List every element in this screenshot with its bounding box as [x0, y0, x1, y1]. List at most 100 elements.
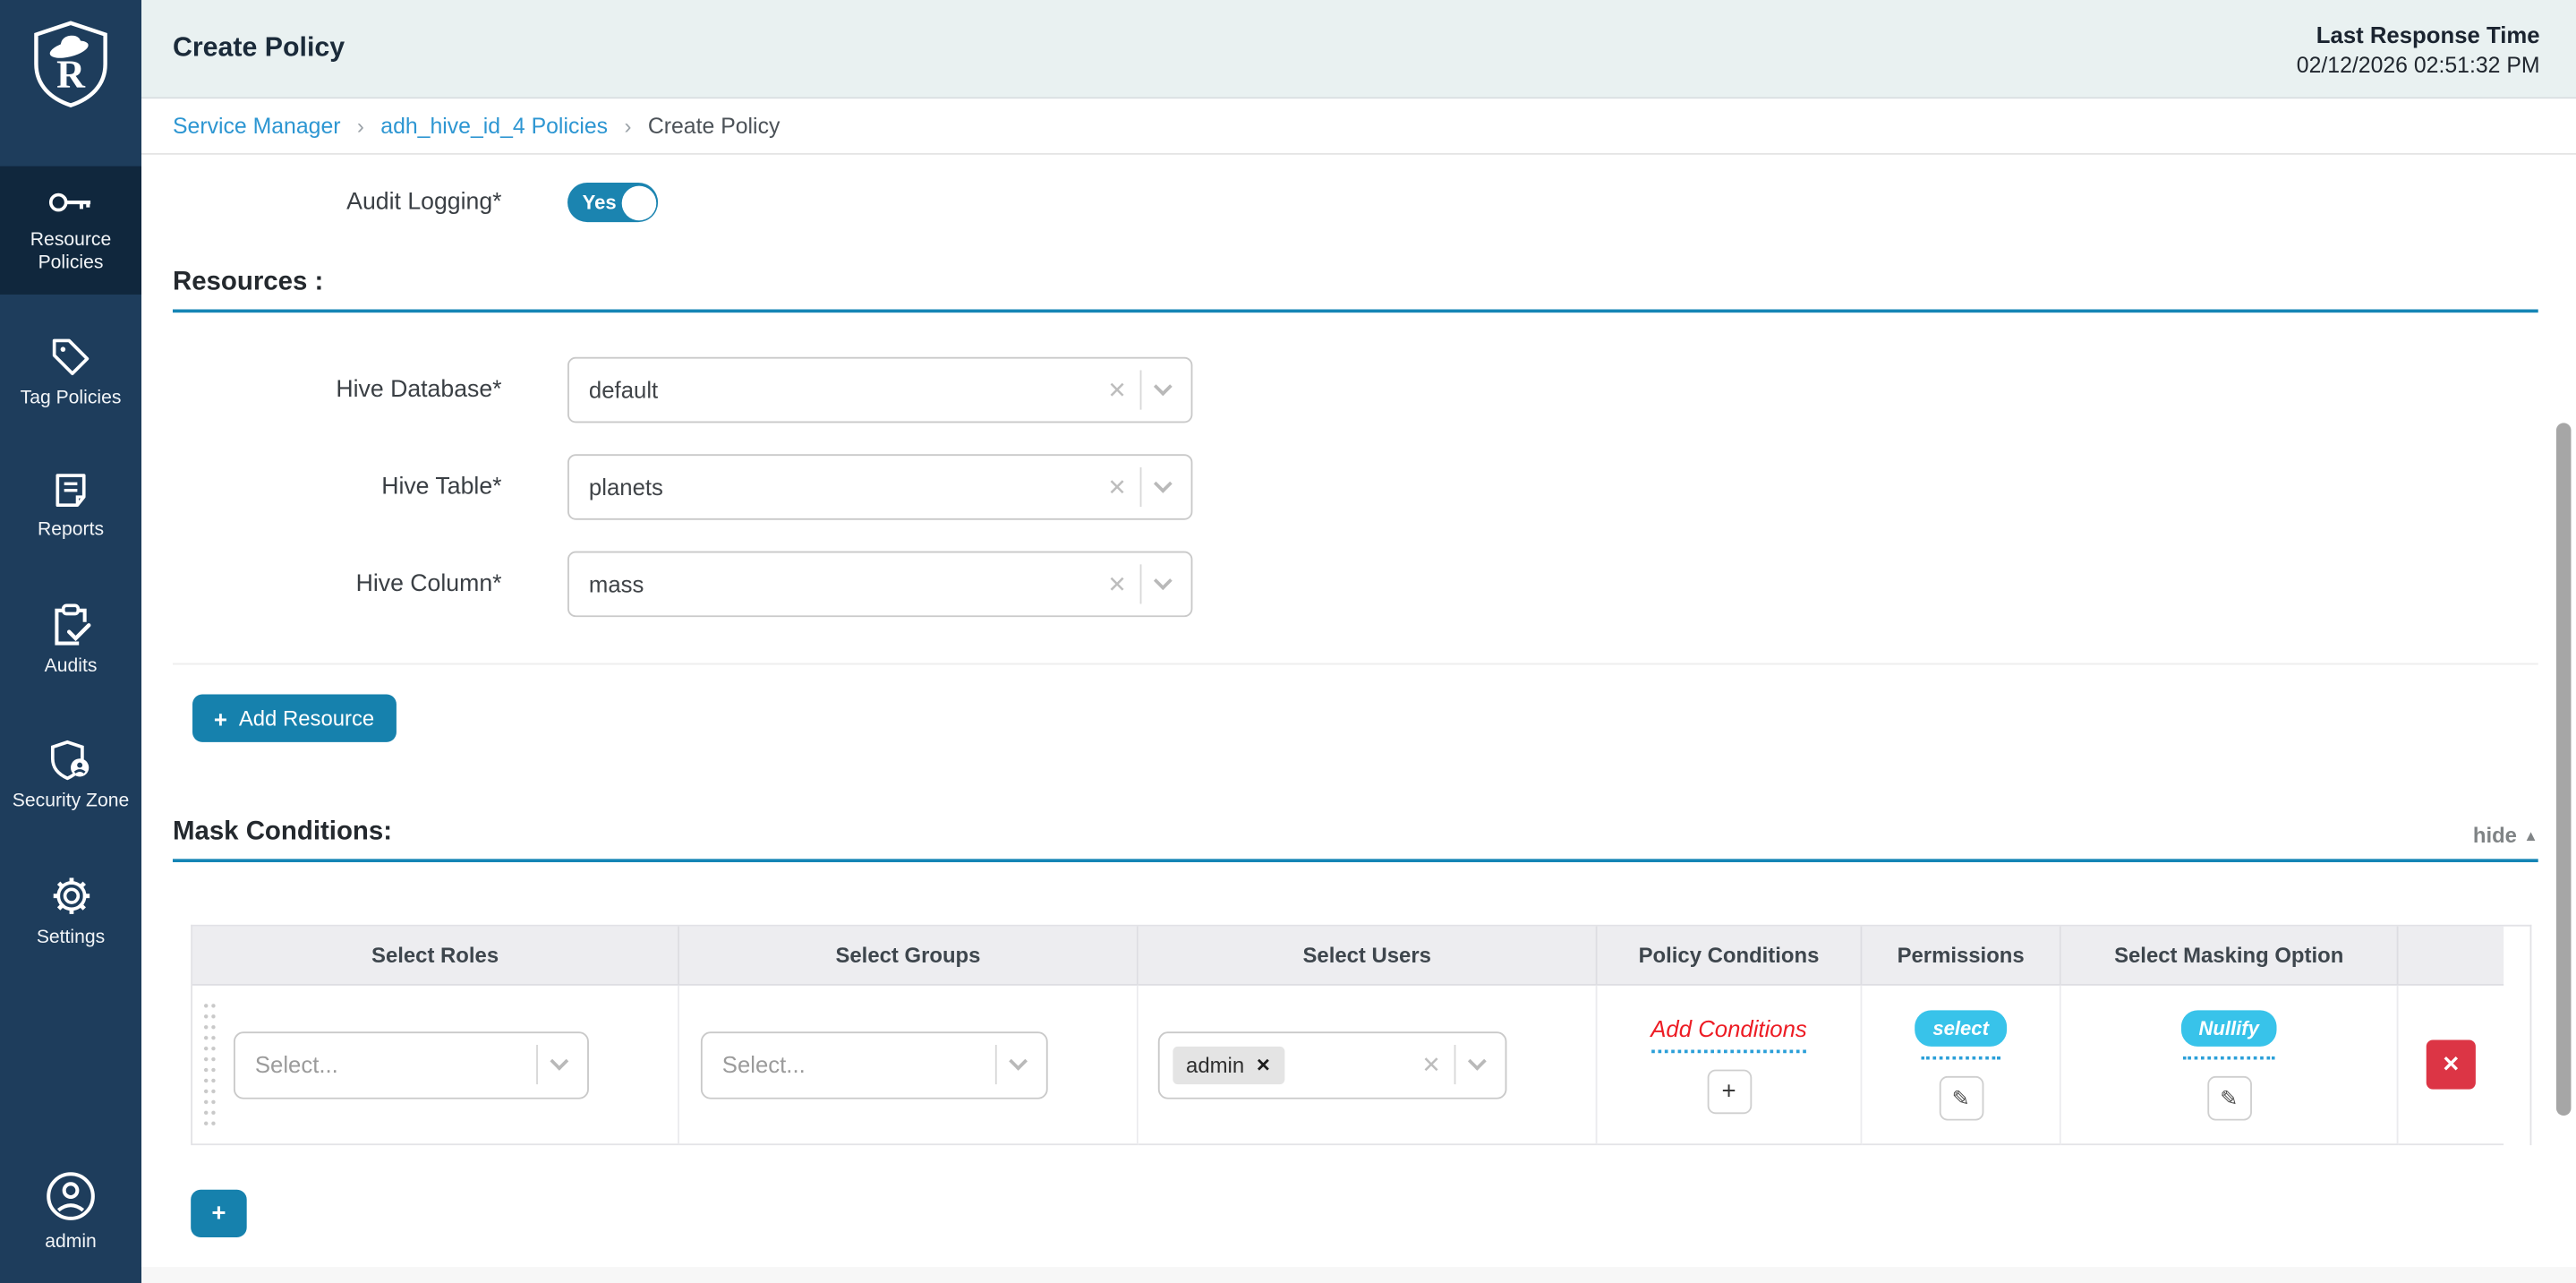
- users-select[interactable]: admin ✕ ✕: [1158, 1031, 1507, 1098]
- hive-database-value: default: [569, 377, 1095, 403]
- breadcrumb-link-service-manager[interactable]: Service Manager: [173, 114, 341, 139]
- key-icon: [46, 184, 95, 220]
- cell-policy-conditions: Add Conditions +: [1598, 986, 1863, 1145]
- clear-icon[interactable]: ✕: [1095, 570, 1140, 598]
- cell-select-groups: Select...: [679, 986, 1139, 1145]
- hive-database-row: Hive Database* default ✕: [173, 357, 2538, 423]
- edit-permissions-button[interactable]: ✎: [1939, 1075, 1983, 1120]
- mask-conditions-header: Mask Conditions: hide▲: [173, 817, 2538, 862]
- scrollbar-thumb[interactable]: [2556, 423, 2572, 1116]
- mask-conditions-table: Select Roles Select Groups Select Users …: [191, 925, 2531, 1145]
- masking-option-badge[interactable]: Nullify: [2180, 1009, 2277, 1045]
- report-icon: [51, 471, 90, 510]
- cell-select-users: admin ✕ ✕: [1139, 986, 1598, 1145]
- col-header-policy-conditions: Policy Conditions: [1598, 927, 1863, 986]
- clear-icon[interactable]: ✕: [1095, 473, 1140, 500]
- add-resource-button[interactable]: + Add Resource: [192, 695, 396, 742]
- col-header-permissions: Permissions: [1862, 927, 2060, 986]
- col-header-select-groups: Select Groups: [679, 927, 1139, 986]
- user-chip-label: admin: [1186, 1052, 1244, 1077]
- hive-database-label: Hive Database*: [173, 377, 567, 403]
- toggle-on-label: Yes: [583, 190, 617, 213]
- table-header-row: Select Roles Select Groups Select Users …: [192, 927, 2530, 986]
- roles-select[interactable]: Select...: [234, 1031, 589, 1098]
- sidebar-item-label: Reports: [6, 518, 134, 542]
- page-title: Create Policy: [173, 33, 345, 64]
- pencil-icon: ✎: [1952, 1087, 1970, 1108]
- close-icon: ✕: [2442, 1051, 2460, 1077]
- sidebar-item-security-zone[interactable]: Security Zone: [0, 721, 141, 833]
- footer-strip: [141, 1267, 2576, 1283]
- cell-select-roles: Select...: [192, 986, 679, 1145]
- dotted-underline: [2183, 1056, 2275, 1059]
- add-mask-condition-row-button[interactable]: +: [191, 1190, 246, 1237]
- col-header-select-roles: Select Roles: [192, 927, 679, 986]
- ranger-shield-icon: R: [28, 20, 114, 108]
- user-circle-icon: [45, 1170, 98, 1223]
- breadcrumb-separator: ›: [624, 114, 631, 139]
- breadcrumb-link-policies[interactable]: adh_hive_id_4 Policies: [380, 114, 608, 139]
- chevron-down-icon[interactable]: [1141, 483, 1190, 490]
- hive-column-label: Hive Column*: [173, 571, 567, 597]
- audit-logging-row: Audit Logging* Yes: [173, 176, 2538, 229]
- sidebar: R Resource Policies Tag Policies: [0, 0, 141, 1283]
- sidebar-user-menu[interactable]: admin: [0, 1157, 141, 1267]
- user-chip: admin ✕: [1173, 1046, 1284, 1083]
- gear-icon: [48, 874, 93, 919]
- permissions-badge[interactable]: select: [1915, 1009, 2007, 1045]
- resources-divider: [173, 663, 2538, 665]
- chevron-down-icon[interactable]: [997, 1061, 1046, 1067]
- policy-form: Audit Logging* Yes Resources : Hive Data…: [141, 155, 2576, 1283]
- groups-placeholder: Select...: [703, 1051, 995, 1077]
- drag-handle-icon[interactable]: [202, 1000, 216, 1130]
- chevron-down-icon[interactable]: [1455, 1061, 1505, 1067]
- hive-table-value: planets: [569, 474, 1095, 500]
- ranger-logo[interactable]: R: [28, 20, 114, 116]
- sidebar-item-settings[interactable]: Settings: [0, 856, 141, 970]
- add-condition-button[interactable]: +: [1707, 1070, 1752, 1115]
- clear-icon[interactable]: ✕: [1095, 376, 1140, 404]
- hive-table-select[interactable]: planets ✕: [567, 454, 1192, 520]
- app-root: R Resource Policies Tag Policies: [0, 0, 2576, 1283]
- sidebar-item-reports[interactable]: Reports: [0, 452, 141, 560]
- sidebar-item-label: Security Zone: [6, 790, 134, 813]
- last-response-time: 02/12/2026 02:51:32 PM: [2297, 52, 2540, 77]
- sidebar-item-resource-policies[interactable]: Resource Policies: [0, 167, 141, 295]
- sidebar-item-label: Resource Policies: [6, 228, 134, 274]
- table-row: Select... Select...: [192, 986, 2530, 1145]
- hive-column-row: Hive Column* mass ✕: [173, 552, 2538, 618]
- hive-table-row: Hive Table* planets ✕: [173, 454, 2538, 520]
- main-area: Create Policy Last Response Time 02/12/2…: [141, 0, 2576, 1283]
- add-resource-label: Add Resource: [239, 706, 374, 731]
- resource-fields: Hive Database* default ✕ Hive Table* pla…: [173, 357, 2538, 617]
- breadcrumb-current: Create Policy: [648, 114, 780, 139]
- col-header-masking-option: Select Masking Option: [2061, 927, 2399, 986]
- delete-row-button[interactable]: ✕: [2427, 1039, 2476, 1089]
- edit-masking-button[interactable]: ✎: [2206, 1075, 2251, 1120]
- hive-column-value: mass: [569, 571, 1095, 597]
- chevron-down-icon[interactable]: [1141, 581, 1190, 587]
- hive-table-label: Hive Table*: [173, 474, 567, 500]
- groups-select[interactable]: Select...: [701, 1031, 1048, 1098]
- plus-icon: +: [1721, 1080, 1736, 1105]
- add-conditions-link[interactable]: Add Conditions: [1651, 1015, 1807, 1053]
- sidebar-item-audits[interactable]: Audits: [0, 584, 141, 697]
- chevron-down-icon[interactable]: [538, 1061, 587, 1067]
- cell-actions: ✕: [2399, 986, 2504, 1145]
- chip-remove-icon[interactable]: ✕: [1256, 1054, 1271, 1075]
- last-response-label: Last Response Time: [2297, 21, 2540, 47]
- breadcrumb: Service Manager › adh_hive_id_4 Policies…: [141, 98, 2576, 154]
- sidebar-item-tag-policies[interactable]: Tag Policies: [0, 318, 141, 430]
- dotted-underline: [1922, 1056, 2000, 1059]
- sidebar-user-label: admin: [0, 1231, 141, 1254]
- clear-icon[interactable]: ✕: [1409, 1050, 1454, 1078]
- audit-logging-toggle[interactable]: Yes: [567, 183, 658, 222]
- hive-database-select[interactable]: default ✕: [567, 357, 1192, 423]
- chevron-down-icon[interactable]: [1141, 387, 1190, 393]
- toggle-knob: [621, 185, 656, 220]
- hive-column-select[interactable]: mass ✕: [567, 552, 1192, 618]
- hide-section-link[interactable]: hide▲: [2473, 823, 2538, 848]
- mask-conditions-title: Mask Conditions:: [173, 817, 392, 847]
- cell-masking-option: Nullify ✎: [2061, 986, 2399, 1145]
- clipboard-check-icon: [49, 603, 92, 647]
